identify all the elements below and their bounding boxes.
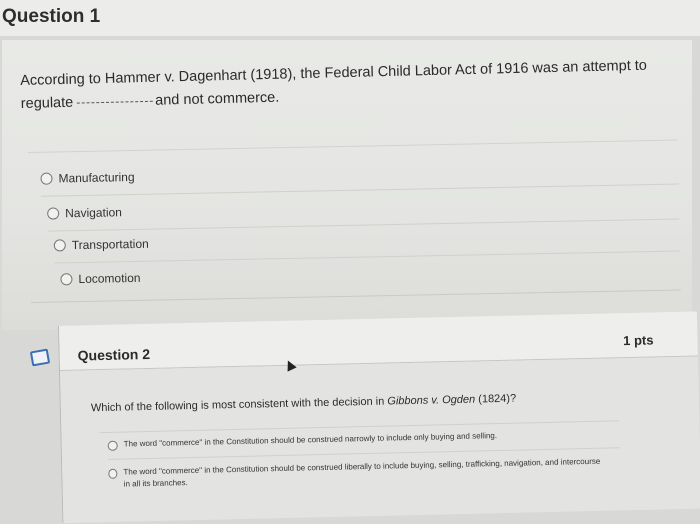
option-navigation[interactable]: Navigation bbox=[47, 205, 122, 220]
question1-text-regulate: regulate bbox=[20, 94, 74, 112]
question2-text-post: (1824)? bbox=[475, 392, 517, 406]
radio-button[interactable] bbox=[53, 239, 66, 252]
question2-text-pre: Which of the following is most consisten… bbox=[90, 395, 388, 415]
question1-answers: Manufacturing Navigation Transportation … bbox=[28, 139, 681, 303]
question2-case-name: Gibbons v. Ogden bbox=[387, 393, 476, 408]
option-label: The word "commerce" in the Constitution … bbox=[123, 431, 498, 449]
option-label: Navigation bbox=[65, 205, 123, 221]
option-label: Transportation bbox=[71, 236, 149, 253]
radio-button[interactable] bbox=[47, 207, 60, 220]
question2-title: Question 2 bbox=[77, 345, 151, 364]
option-narrow-commerce[interactable]: The word "commerce" in the Constitution … bbox=[107, 430, 498, 451]
radio-button[interactable] bbox=[60, 273, 73, 286]
question2-answers: The word "commerce" in the Constitution … bbox=[99, 420, 622, 524]
option-transportation[interactable]: Transportation bbox=[53, 236, 149, 253]
question2-points: 1 pts bbox=[622, 332, 654, 349]
question1-title: Question 1 bbox=[2, 6, 101, 27]
question2-body: Which of the following is most consisten… bbox=[60, 356, 700, 524]
option-liberal-commerce[interactable]: The word "commerce" in the Constitution … bbox=[108, 456, 608, 491]
option-divider bbox=[54, 250, 681, 264]
option-manufacturing[interactable]: Manufacturing bbox=[40, 169, 135, 186]
question2-text: Which of the following is most consisten… bbox=[91, 393, 517, 415]
radio-button[interactable] bbox=[108, 468, 118, 479]
option-label: Manufacturing bbox=[58, 169, 135, 186]
option-label: Locomotion bbox=[78, 270, 141, 287]
radio-button[interactable] bbox=[40, 172, 53, 185]
option-locomotion[interactable]: Locomotion bbox=[60, 270, 141, 287]
bookmark-flag-icon[interactable] bbox=[29, 348, 51, 367]
question1-header: Question 1 bbox=[0, 0, 700, 36]
question2-panel: Question 2 1 pts Which of the following … bbox=[58, 311, 700, 524]
option-divider bbox=[40, 183, 679, 197]
question1-blank bbox=[77, 100, 154, 104]
option-divider bbox=[47, 218, 680, 232]
question1-text-after: and not commerce. bbox=[155, 89, 280, 109]
option-label: The word "commerce" in the Constitution … bbox=[123, 456, 601, 489]
radio-button[interactable] bbox=[107, 440, 118, 451]
